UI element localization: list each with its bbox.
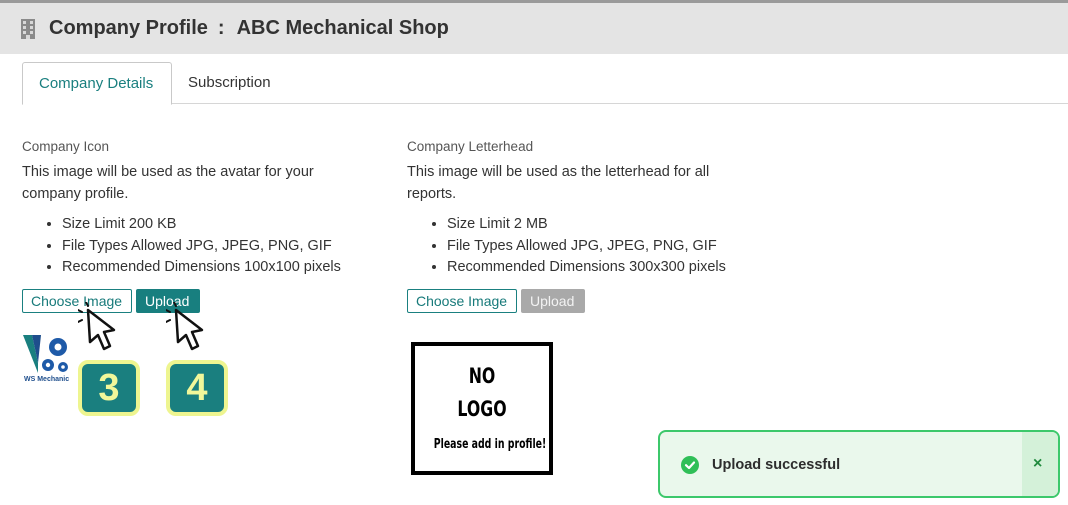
requirement-item: Recommended Dimensions 100x100 pixels: [62, 257, 362, 279]
tabs-divider: [22, 103, 1068, 104]
cursor-icon: [78, 302, 116, 351]
toast-message: Upload successful: [712, 457, 841, 473]
cursor-icon: [166, 302, 204, 351]
company-letterhead-section: Company Letterhead This image will be us…: [407, 139, 747, 279]
toast-close-button[interactable]: ×: [1022, 432, 1058, 496]
step-badge-4: 4: [166, 360, 228, 416]
success-toast: Upload successful ×: [658, 430, 1060, 498]
logo-text: WS Mechanic: [24, 376, 70, 383]
requirement-item: File Types Allowed JPG, JPEG, PNG, GIF: [447, 236, 747, 258]
letterhead-placeholder-image: NO LOGO Please add in profile!: [411, 342, 553, 475]
letterhead-upload-button: Upload: [521, 289, 585, 313]
letterhead-choose-image-button[interactable]: Choose Image: [407, 289, 517, 313]
title-separator: :: [217, 17, 225, 39]
company-icon-description: This image will be used as the avatar fo…: [22, 164, 314, 202]
company-logo: WS Mechanic: [23, 333, 75, 385]
company-letterhead-description: This image will be used as the letterhea…: [407, 164, 710, 202]
requirement-item: File Types Allowed JPG, JPEG, PNG, GIF: [62, 236, 362, 258]
page-title: Company Profile: ABC Mechanical Shop: [49, 17, 449, 40]
tab-company-details[interactable]: Company Details: [22, 62, 172, 105]
check-circle-icon: [681, 456, 699, 474]
placeholder-line-3: Please add in profile!: [433, 437, 547, 452]
company-letterhead-requirements: Size Limit 2 MB File Types Allowed JPG, …: [407, 214, 747, 279]
close-icon[interactable]: ×: [1033, 455, 1042, 473]
requirement-item: Recommended Dimensions 300x300 pixels: [447, 257, 747, 279]
company-icon-section: Company Icon This image will be used as …: [22, 139, 362, 279]
page-header: Company Profile: ABC Mechanical Shop: [0, 3, 1068, 54]
step-badge-3: 3: [78, 360, 140, 416]
requirement-item: Size Limit 200 KB: [62, 214, 362, 236]
requirement-item: Size Limit 2 MB: [447, 214, 747, 236]
company-name: ABC Mechanical Shop: [236, 17, 449, 39]
company-icon-requirements: Size Limit 200 KB File Types Allowed JPG…: [22, 214, 362, 279]
company-icon-label: Company Icon: [22, 139, 110, 154]
company-letterhead-label: Company Letterhead: [407, 139, 534, 154]
page-title-text: Company Profile: [49, 17, 208, 39]
logo-graphic: [23, 335, 68, 373]
placeholder-line-2: LOGO: [457, 397, 507, 421]
placeholder-line-1: NO: [468, 364, 496, 388]
building-icon: [21, 19, 35, 39]
tab-subscription[interactable]: Subscription: [172, 62, 287, 103]
